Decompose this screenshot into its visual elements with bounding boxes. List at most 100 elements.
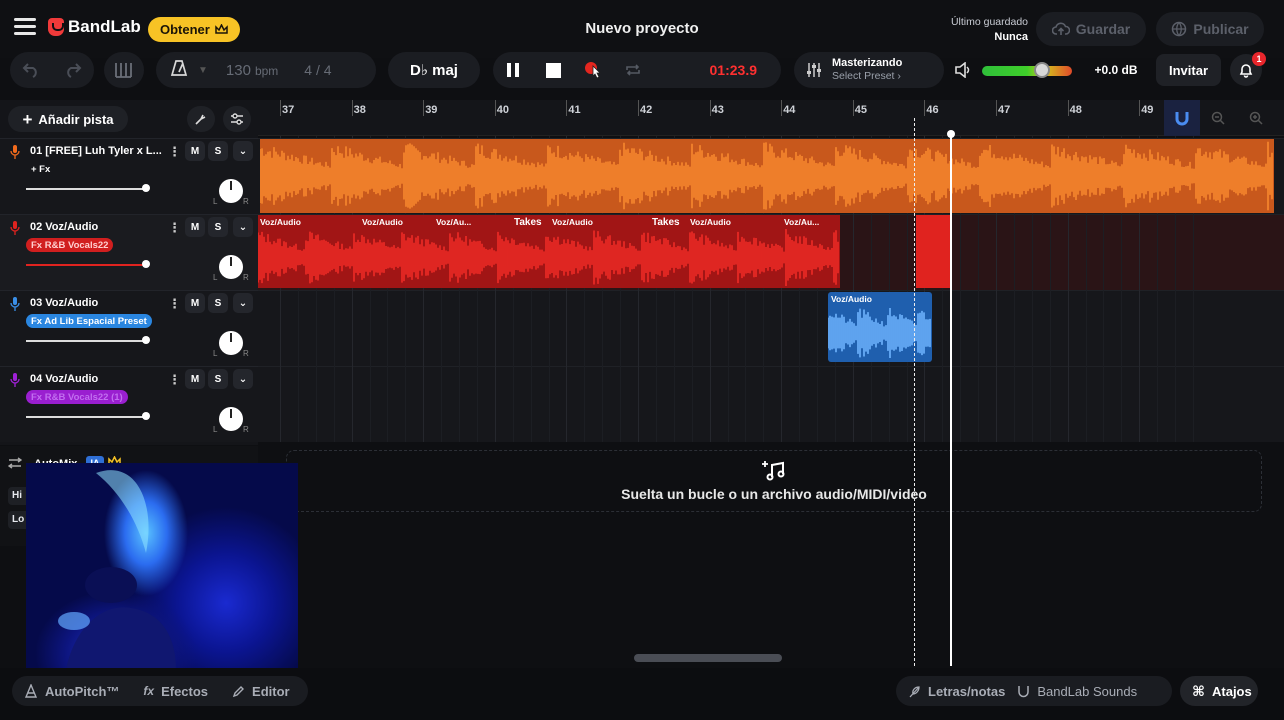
audio-clip-track-3[interactable]: Voz/Audio: [828, 292, 932, 362]
invite-button[interactable]: Invitar: [1156, 54, 1221, 86]
metronome-dropdown-chevron-icon[interactable]: ▼: [198, 65, 208, 76]
bandlab-sounds-button[interactable]: BandLab Sounds: [1017, 684, 1149, 699]
takes-label[interactable]: Takes: [652, 217, 680, 228]
pause-button[interactable]: [493, 52, 533, 88]
fx-chip[interactable]: Fx R&B Vocals22 (1): [26, 390, 128, 404]
track-lane-4[interactable]: [258, 366, 1284, 442]
hamburger-menu-icon[interactable]: [14, 18, 36, 36]
pan-knob[interactable]: [219, 179, 243, 203]
takes-label[interactable]: Takes: [514, 217, 542, 228]
add-track-button[interactable]: + Añadir pista: [8, 106, 128, 132]
master-volume-knob[interactable]: [1034, 62, 1050, 78]
magnet-icon: [1175, 112, 1189, 126]
track-header-4[interactable]: 04 Voz/Audio ⋮ M S ⌄ Fx R&B Vocals22 (1)…: [0, 366, 258, 442]
fx-chip[interactable]: Fx Ad Lib Espacial Preset: [26, 314, 152, 328]
mute-button[interactable]: M: [185, 217, 205, 237]
chevron-down-icon[interactable]: ⌄: [233, 217, 253, 237]
record-button[interactable]: [573, 52, 613, 88]
editor-button[interactable]: Editor: [220, 684, 302, 699]
track-volume-knob[interactable]: [142, 412, 150, 420]
track-volume-knob[interactable]: [142, 184, 150, 192]
solo-button[interactable]: S: [208, 293, 228, 313]
shortcuts-button[interactable]: ⌘ Atajos: [1180, 676, 1258, 706]
pan-knob[interactable]: [219, 331, 243, 355]
undo-icon[interactable]: [22, 62, 40, 78]
track-name[interactable]: 01 [FREE] Luh Tyler x L...: [30, 145, 162, 157]
autopitch-button[interactable]: AutoPitch™: [12, 684, 131, 699]
transport-controls: 01:23.9: [493, 52, 781, 88]
waveform: [258, 229, 839, 286]
track-header-1[interactable]: 01 [FREE] Luh Tyler x L... ⋮ M S ⌄ + Fx …: [0, 138, 258, 214]
publish-button[interactable]: Publicar: [1156, 12, 1264, 46]
track-volume-knob[interactable]: [142, 336, 150, 344]
track-header-2[interactable]: 02 Voz/Audio ⋮ M S ⌄ Fx R&B Vocals22 L R: [0, 214, 258, 290]
audio-clip-track-2[interactable]: Voz/Audio Voz/Audio Voz/Au... Takes Voz/…: [258, 215, 840, 288]
mute-button[interactable]: M: [185, 141, 205, 161]
fx-icon: fx: [143, 684, 155, 698]
tempo-field[interactable]: 130 bpm: [226, 62, 278, 79]
track-name[interactable]: 02 Voz/Audio: [30, 221, 162, 233]
fx-chip[interactable]: Fx R&B Vocals22: [26, 238, 114, 252]
speaker-icon[interactable]: [954, 61, 972, 83]
recording-clip-track-2[interactable]: [916, 215, 950, 288]
lyrics-notes-button[interactable]: Letras/notas: [896, 684, 1017, 699]
audio-clip-track-1[interactable]: [260, 139, 1274, 213]
redo-icon[interactable]: [64, 62, 82, 78]
playback-time: 01:23.9: [709, 62, 757, 78]
magnet-snap-button[interactable]: [1164, 100, 1200, 136]
loop-button[interactable]: [613, 52, 653, 88]
chevron-down-icon[interactable]: ⌄: [233, 293, 253, 313]
metronome-icon[interactable]: [170, 59, 188, 82]
get-membership-button[interactable]: Obtener: [148, 17, 240, 42]
track-volume-slider[interactable]: [26, 416, 148, 418]
pan-knob[interactable]: [219, 407, 243, 431]
track-name[interactable]: 03 Voz/Audio: [30, 297, 162, 309]
brand-name: BandLab: [68, 17, 141, 36]
ruler-bar-number: 49: [1141, 104, 1154, 116]
track-volume-knob[interactable]: [142, 260, 150, 268]
track-options-icon[interactable]: ⋮: [168, 220, 181, 236]
key-selector[interactable]: D♭ maj: [388, 52, 480, 88]
track-lane-3[interactable]: [258, 290, 1284, 366]
chevron-down-icon[interactable]: ⌄: [233, 369, 253, 389]
track-volume-slider[interactable]: [26, 188, 148, 190]
track-name[interactable]: 04 Voz/Audio: [30, 373, 162, 385]
ruler-tick: [1067, 100, 1069, 116]
brand-logo[interactable]: BandLab: [48, 17, 141, 37]
stop-icon: [545, 62, 561, 78]
zoom-in-button[interactable]: [1238, 100, 1274, 136]
ruler-bar-number: 38: [353, 104, 366, 116]
time-signature-field[interactable]: 4 / 4: [304, 62, 331, 78]
mute-button[interactable]: M: [185, 369, 205, 389]
horizontal-scrollbar[interactable]: [634, 654, 782, 662]
snap-grid-button[interactable]: [104, 52, 144, 88]
playhead[interactable]: [950, 134, 952, 666]
track-header-3[interactable]: 03 Voz/Audio ⋮ M S ⌄ Fx Ad Lib Espacial …: [0, 290, 258, 366]
zoom-out-button[interactable]: [1200, 100, 1236, 136]
track-settings-button[interactable]: [223, 106, 251, 132]
save-button[interactable]: Guardar: [1036, 12, 1146, 46]
mute-button[interactable]: M: [185, 293, 205, 313]
effects-button[interactable]: fx Efectos: [131, 684, 220, 699]
solo-button[interactable]: S: [208, 217, 228, 237]
add-fx-button[interactable]: + Fx: [26, 162, 55, 176]
clip-label: Voz/Audio: [552, 217, 593, 227]
waveform-path: [260, 141, 1273, 211]
timeline-ruler[interactable]: [258, 100, 1284, 136]
playhead-handle[interactable]: [947, 130, 955, 138]
solo-button[interactable]: S: [208, 369, 228, 389]
mastering-button[interactable]: Masterizando Select Preset ›: [794, 52, 944, 88]
chevron-down-icon[interactable]: ⌄: [233, 141, 253, 161]
track-volume-slider[interactable]: [26, 340, 148, 342]
track-options-icon[interactable]: ⋮: [168, 144, 181, 160]
track-options-icon[interactable]: ⋮: [168, 372, 181, 388]
track-volume-slider[interactable]: [26, 264, 148, 266]
tuning-fork-button[interactable]: [187, 106, 215, 132]
stop-button[interactable]: [533, 52, 573, 88]
solo-button[interactable]: S: [208, 141, 228, 161]
pan-left-label: L: [213, 197, 218, 206]
track-options-icon[interactable]: ⋮: [168, 296, 181, 312]
pan-knob[interactable]: [219, 255, 243, 279]
loop-marker[interactable]: [914, 118, 915, 666]
save-label: Guardar: [1075, 21, 1131, 37]
